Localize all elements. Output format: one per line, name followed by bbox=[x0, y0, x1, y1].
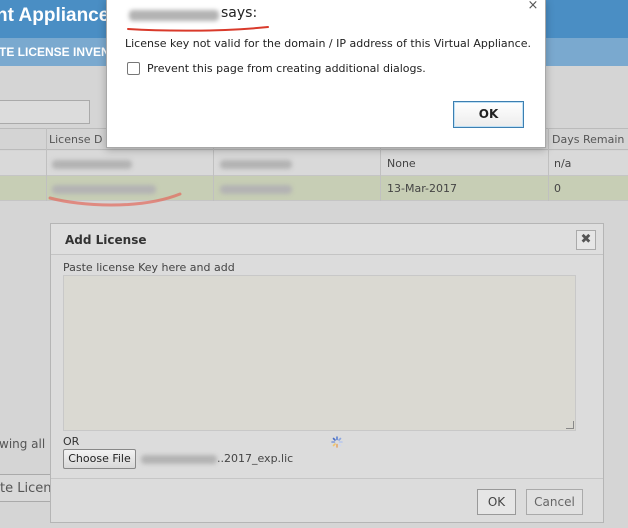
redacted-cell bbox=[52, 184, 156, 197]
dialog-title: Add License bbox=[65, 233, 147, 247]
cancel-button[interactable]: Cancel bbox=[526, 489, 583, 515]
table-cell-status: None bbox=[387, 157, 416, 170]
app-title: nt Appliance bbox=[0, 5, 110, 26]
redacted-cell bbox=[52, 159, 132, 172]
loading-spinner-icon bbox=[331, 436, 343, 448]
table-cell-days: 0 bbox=[554, 182, 561, 195]
redacted-origin bbox=[129, 6, 219, 21]
alert-ok-button[interactable]: OK bbox=[453, 101, 524, 128]
license-key-textarea[interactable] bbox=[63, 275, 576, 448]
file-name-suffix: ..2017_exp.lic bbox=[217, 452, 294, 465]
showing-count-text: wing all bbox=[0, 437, 46, 451]
table-row[interactable]: 13-Mar-2017 0 bbox=[0, 176, 628, 201]
or-separator: OR bbox=[63, 435, 80, 448]
delete-license-button[interactable]: te Licen bbox=[0, 474, 52, 502]
resize-handle[interactable] bbox=[566, 421, 574, 429]
redacted-cell bbox=[220, 159, 292, 172]
prevent-dialogs-checkbox[interactable] bbox=[127, 62, 140, 75]
paste-license-label: Paste license Key here and add bbox=[63, 261, 235, 274]
column-divider bbox=[548, 128, 549, 201]
dialog-footer-divider bbox=[51, 478, 603, 479]
add-license-dialog: Add License ✖ Paste license Key here and… bbox=[50, 223, 604, 523]
selected-file-name: ..2017_exp.lic bbox=[141, 452, 293, 465]
redacted-file-prefix bbox=[141, 454, 217, 464]
redacted-cell bbox=[220, 184, 292, 197]
ok-button[interactable]: OK bbox=[477, 489, 516, 515]
table-cell-status: 13-Mar-2017 bbox=[387, 182, 457, 195]
prevent-dialogs-label[interactable]: Prevent this page from creating addition… bbox=[147, 62, 426, 75]
close-icon[interactable]: ✖ bbox=[576, 230, 596, 250]
alert-message: License key not valid for the domain / I… bbox=[125, 37, 531, 50]
search-input[interactable] bbox=[0, 100, 90, 124]
choose-file-button[interactable]: Choose File bbox=[63, 449, 136, 469]
dialog-titlebar: Add License ✖ bbox=[51, 224, 603, 255]
browser-alert-dialog: × says: License key not valid for the do… bbox=[106, 0, 546, 148]
table-row[interactable]: None n/a bbox=[0, 151, 628, 176]
close-icon[interactable]: × bbox=[525, 0, 541, 13]
column-header-days-remaining[interactable]: Days Remain bbox=[552, 133, 624, 146]
column-header-license-date[interactable]: License D bbox=[49, 133, 102, 146]
alert-origin-says: says: bbox=[221, 5, 258, 21]
table-cell-days: n/a bbox=[554, 157, 572, 170]
column-divider bbox=[46, 128, 47, 201]
